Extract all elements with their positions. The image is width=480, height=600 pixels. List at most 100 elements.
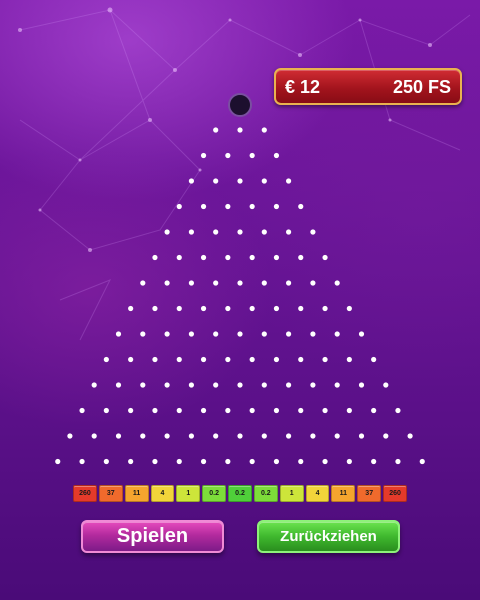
peg: [152, 254, 158, 261]
peg: [358, 382, 365, 388]
multiplier-slot: 37: [98, 485, 123, 502]
peg: [261, 280, 267, 286]
peg: [225, 458, 231, 465]
peg: [419, 458, 425, 465]
peg: [334, 382, 340, 388]
peg: [298, 254, 304, 261]
peg: [407, 433, 413, 439]
plinko-ball: [228, 93, 252, 117]
peg: [273, 458, 280, 465]
peg: [261, 433, 267, 439]
peg: [176, 407, 182, 414]
peg: [213, 178, 219, 184]
peg: [310, 433, 316, 439]
peg: [128, 458, 134, 465]
multiplier-slot: 11: [124, 485, 149, 502]
free-spins-count: 250 FS: [392, 77, 451, 97]
multiplier-slot: 0.2: [228, 485, 252, 502]
peg: [225, 305, 231, 312]
multiplier-slot: 0.2: [253, 485, 278, 502]
peg: [395, 458, 401, 465]
peg: [164, 433, 170, 439]
peg: [115, 382, 122, 388]
peg: [273, 203, 280, 210]
peg: [358, 433, 365, 439]
peg: [346, 407, 352, 414]
peg: [322, 407, 328, 414]
balance-amount: € 12: [285, 77, 321, 97]
peg: [334, 433, 340, 439]
peg: [176, 458, 182, 465]
peg: [152, 305, 158, 312]
peg: [334, 331, 340, 337]
peg: [273, 356, 280, 363]
peg: [103, 407, 109, 414]
peg: [128, 407, 134, 414]
peg: [298, 203, 304, 210]
peg: [286, 433, 292, 439]
peg: [200, 356, 207, 363]
peg: [249, 356, 255, 363]
peg: [225, 356, 231, 363]
peg: [115, 433, 122, 439]
peg: [310, 229, 316, 235]
peg: [91, 433, 97, 439]
peg: [273, 254, 280, 261]
peg: [213, 382, 219, 388]
peg: [249, 254, 255, 261]
peg: [261, 382, 267, 388]
peg: [237, 127, 243, 133]
peg: [261, 127, 267, 133]
peg: [200, 152, 207, 159]
peg: [395, 407, 401, 414]
multiplier-slot: 4: [150, 485, 175, 502]
multiplier-slot: 1: [279, 485, 304, 502]
play-button[interactable]: Spielen: [81, 520, 224, 553]
peg: [249, 458, 255, 465]
peg: [298, 305, 304, 312]
balance-panel: € 12 250 FS: [274, 68, 462, 105]
peg: [200, 203, 207, 210]
peg: [128, 356, 134, 363]
peg: [273, 152, 280, 159]
peg-field: [55, 127, 425, 465]
peg: [310, 331, 316, 337]
peg: [237, 331, 243, 337]
peg: [225, 407, 231, 414]
peg: [200, 254, 207, 261]
peg: [188, 178, 194, 184]
peg: [249, 203, 255, 210]
peg: [346, 305, 352, 312]
peg: [383, 433, 389, 439]
peg: [237, 178, 243, 184]
peg: [298, 407, 304, 414]
peg: [164, 280, 170, 286]
peg: [128, 305, 134, 312]
peg: [346, 458, 352, 465]
peg: [286, 280, 292, 286]
peg: [213, 433, 219, 439]
peg: [346, 356, 352, 363]
peg: [188, 229, 194, 235]
multiplier-slot: 260: [73, 485, 97, 502]
peg: [225, 254, 231, 261]
peg: [164, 229, 170, 235]
peg: [188, 331, 194, 337]
peg: [298, 458, 304, 465]
peg: [200, 458, 207, 465]
peg: [383, 382, 389, 388]
peg: [188, 382, 194, 388]
multiplier-slot: 0.2: [202, 485, 227, 502]
peg: [176, 254, 182, 261]
peg: [79, 458, 85, 465]
peg: [103, 356, 109, 363]
peg: [140, 280, 146, 286]
peg: [213, 280, 219, 286]
peg: [200, 305, 207, 312]
withdraw-button[interactable]: Zurückziehen: [257, 520, 400, 553]
peg: [273, 305, 280, 312]
peg: [213, 331, 219, 337]
multiplier-slot: 260: [383, 485, 407, 502]
peg: [261, 178, 267, 184]
peg: [103, 458, 109, 465]
